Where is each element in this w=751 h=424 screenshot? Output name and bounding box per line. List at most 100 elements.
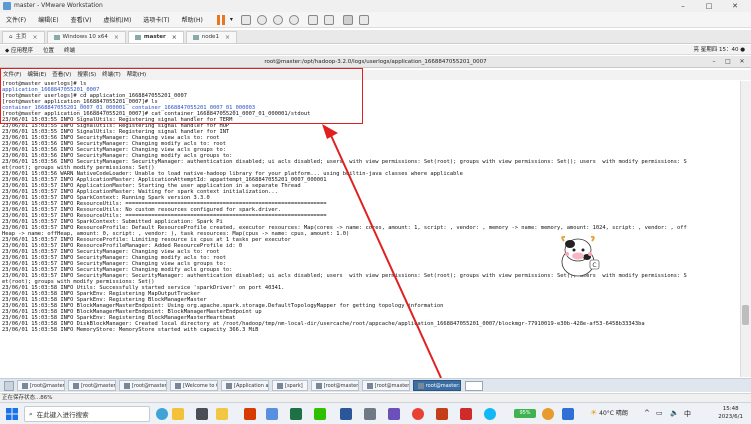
tab-home[interactable]: ⌂ 主页 × <box>2 31 45 43</box>
terminal-line: 23/06/01 15:03:58 INFO MemoryStore: Memo… <box>2 327 259 333</box>
tray-app-icon[interactable] <box>562 408 574 420</box>
menu-view[interactable]: 查看(V) <box>65 15 98 24</box>
close-tab-icon[interactable]: × <box>172 32 177 43</box>
workspace-switcher[interactable] <box>464 380 483 391</box>
terminal-app-icon <box>366 382 373 389</box>
guest-taskbar-item[interactable]: [root@master:~/app/.. <box>119 380 167 391</box>
terminal-menu-help[interactable]: 帮助(H) <box>124 70 149 80</box>
terminal-title: root@master:/opt/hadoop-3.2.0/logs/userl… <box>264 59 487 65</box>
close-tab-icon[interactable]: × <box>114 32 119 43</box>
pdf-icon[interactable] <box>460 408 472 420</box>
close-tab-icon[interactable]: × <box>225 32 230 43</box>
chrome-icon[interactable] <box>412 408 424 420</box>
guest-taskbar-item[interactable]: [Application applicat.. <box>221 380 269 391</box>
vm-icon <box>134 35 141 40</box>
colorful-app-icon[interactable] <box>172 408 184 420</box>
guest-taskbar-item[interactable]: [spark] <box>272 380 308 391</box>
media-icon[interactable] <box>388 408 400 420</box>
terminal-app-icon <box>417 382 424 389</box>
terminal-output[interactable]: [root@master userlogs]# ls application_16… <box>0 81 740 377</box>
maximize-button[interactable]: □ <box>696 0 722 12</box>
show-hidden-icons-icon[interactable]: ^ <box>644 409 650 417</box>
menu-vm[interactable]: 虚拟机(M) <box>97 15 137 24</box>
guest-taskbar-item[interactable]: [root@master:/opt/h.. <box>361 380 410 391</box>
guest-taskbar: [root@master:/opt/.. [root@master:/opt/h… <box>0 378 751 392</box>
snapshot-manager-icon[interactable] <box>288 14 299 25</box>
edge-icon[interactable] <box>156 408 168 420</box>
menu-tabs[interactable]: 选项卡(T) <box>137 15 175 24</box>
guest-taskbar-item[interactable]: [root@master:/opt/h.. <box>68 380 116 391</box>
show-desktop-icon[interactable] <box>4 380 14 391</box>
applications-menu[interactable]: ◆ 应用程序 <box>0 46 38 54</box>
menu-edit[interactable]: 编辑(E) <box>32 15 64 24</box>
vmware-titlebar: master - VMware Workstation – □ ✕ <box>0 0 751 12</box>
terminal-menu[interactable]: 终端 <box>59 46 80 54</box>
revert-snapshot-icon[interactable] <box>272 14 283 25</box>
file-explorer-icon[interactable] <box>216 408 228 420</box>
vmware-icon[interactable] <box>364 408 376 420</box>
menu-file[interactable]: 文件(F) <box>0 15 32 24</box>
browser-app-icon <box>175 382 181 389</box>
tab-master[interactable]: master × <box>127 31 184 43</box>
terminal-close-button[interactable]: ✕ <box>735 56 749 68</box>
stretch-icon[interactable] <box>358 14 369 25</box>
wps-icon[interactable] <box>436 408 448 420</box>
unity-icon[interactable] <box>323 14 334 25</box>
places-menu[interactable]: 位置 <box>38 46 59 54</box>
terminal-titlebar: root@master:/opt/hadoop-3.2.0/logs/userl… <box>0 56 751 68</box>
guest-taskbar-item-active[interactable]: root@master:/opt/h.. <box>412 380 461 391</box>
input-method-icon[interactable]: 中 <box>684 409 691 419</box>
terminal-maximize-button[interactable]: □ <box>721 56 735 68</box>
volume-icon[interactable]: 🔈 <box>670 409 679 417</box>
terminal-app-icon <box>22 382 28 389</box>
guest-taskbar-item[interactable]: [Welcome to CentO.. <box>170 380 218 391</box>
task-view-icon[interactable] <box>196 408 208 420</box>
network-icon[interactable]: ▭ <box>656 409 663 417</box>
pause-icon[interactable] <box>216 14 227 25</box>
terminal-minimize-button[interactable]: – <box>707 56 721 68</box>
tab-windows10[interactable]: Windows 10 x64 × <box>46 31 126 43</box>
word-icon[interactable] <box>340 408 352 420</box>
minimize-button[interactable]: – <box>670 0 696 12</box>
windows-start-icon[interactable] <box>6 408 18 420</box>
cow-sticker-icon: C <box>561 235 600 277</box>
wechat-icon[interactable] <box>314 408 326 420</box>
vm-tab-strip: ⌂ 主页 × Windows 10 x64 × master × node1 × <box>0 30 751 44</box>
office-icon[interactable] <box>244 408 256 420</box>
terminal-menubar: 文件(F) 编辑(E) 查看(V) 搜索(S) 终端(T) 帮助(H) <box>0 70 751 80</box>
taskbar-clock[interactable]: 15:48 2023/6/1 <box>718 405 743 421</box>
windows-taskbar: ⌕ 在此键入进行搜索 95% ☀ 40°C 晴朗 ^ ▭ 🔈 中 15:48 2… <box>0 402 751 424</box>
full-screen-icon[interactable] <box>307 14 318 25</box>
store-icon[interactable] <box>266 408 278 420</box>
guest-panel-status[interactable]: 亮 星期四 15：40 ● <box>693 45 745 55</box>
vm-icon <box>53 35 60 40</box>
guest-taskbar-item[interactable]: [root@master:~/app.. <box>310 380 359 391</box>
taskbar-search-box[interactable]: ⌕ 在此键入进行搜索 <box>24 406 150 422</box>
guest-top-panel: ◆ 应用程序 位置 终端 亮 星期四 15：40 ● <box>0 45 751 55</box>
console-view-icon[interactable] <box>342 14 353 25</box>
dropdown-icon[interactable]: ▾ <box>230 16 233 23</box>
home-icon: ⌂ <box>9 34 13 40</box>
terminal-scrollbar[interactable] <box>740 81 751 377</box>
terminal-scrollbar-thumb[interactable] <box>742 305 749 325</box>
tray-app-icon[interactable] <box>542 408 554 420</box>
snapshot-icon[interactable] <box>256 14 267 25</box>
battery-badge[interactable]: 95% <box>514 409 536 418</box>
terminal-menu-file[interactable]: 文件(F) <box>0 70 24 80</box>
guest-taskbar-item[interactable]: [root@master:/opt/.. <box>17 380 65 391</box>
terminal-menu-search[interactable]: 搜索(S) <box>74 70 99 80</box>
weather-widget[interactable]: ☀ 40°C 晴朗 <box>590 408 628 417</box>
window-title: master - VMware Workstation <box>14 2 103 9</box>
close-button[interactable]: ✕ <box>722 0 748 12</box>
terminal-menu-edit[interactable]: 编辑(E) <box>24 70 49 80</box>
excel-icon[interactable] <box>290 408 302 420</box>
send-ctrl-alt-del-icon[interactable] <box>240 14 251 25</box>
menu-help[interactable]: 帮助(H) <box>176 15 209 24</box>
terminal-menu-terminal[interactable]: 终端(T) <box>99 70 124 80</box>
vmware-menubar: 文件(F) 编辑(E) 查看(V) 虚拟机(M) 选项卡(T) 帮助(H) ▾ <box>0 12 751 28</box>
terminal-menu-view[interactable]: 查看(V) <box>49 70 74 80</box>
vmware-status-bar: 正在保存状态...86% <box>0 393 751 402</box>
tab-node1[interactable]: node1 × <box>185 31 237 43</box>
qq-icon[interactable] <box>484 408 496 420</box>
close-tab-icon[interactable]: × <box>33 32 38 43</box>
